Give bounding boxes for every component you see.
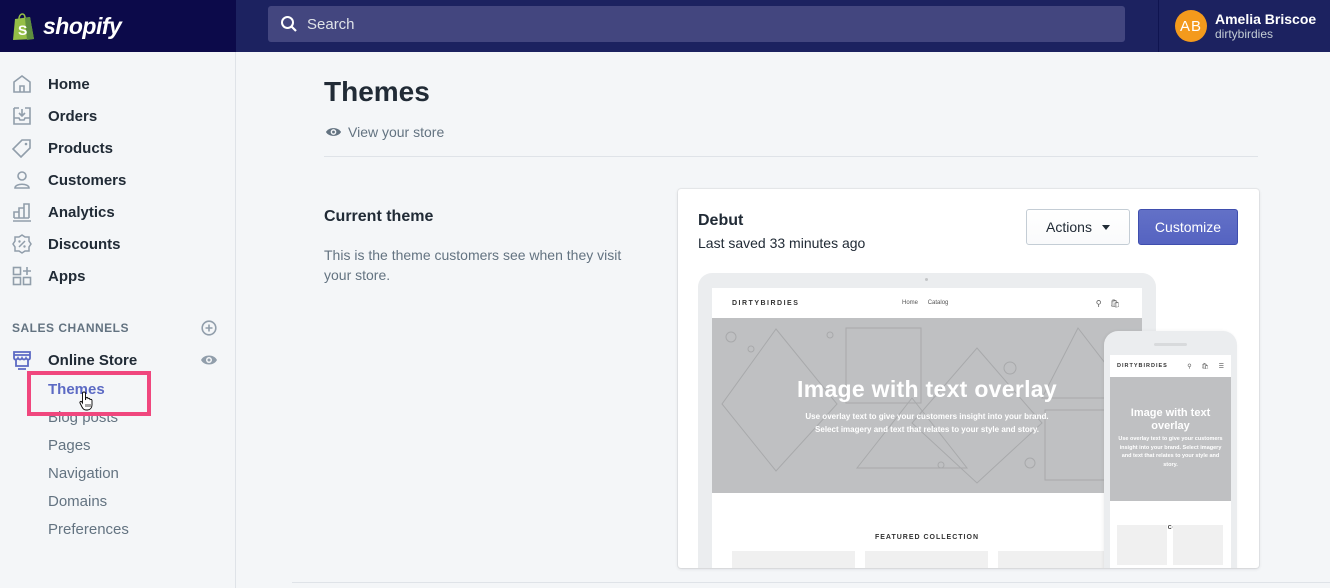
search-input[interactable] [307, 15, 1087, 33]
svg-text:S: S [18, 22, 27, 38]
sidebar-item-label: Customers [48, 171, 127, 189]
view-your-store-label: View your store [348, 124, 445, 140]
shop-name: dirtybirdies [1215, 26, 1274, 41]
mobile-preview-screen: DIRTYBIRDIES ⚲ 🛍 ☰ Image with text overl… [1110, 355, 1231, 568]
mobile-cart-icon: 🛍 [1201, 363, 1209, 370]
discount-icon [12, 234, 32, 254]
user-name: Amelia Briscoe [1215, 10, 1317, 27]
sidebar-item-orders[interactable]: Orders [0, 100, 235, 132]
mobile-hero-subtitle: Use overlay text to give your customers … [1118, 436, 1223, 468]
sidebar-item-apps[interactable]: Apps [0, 260, 235, 292]
sidebar-item-label: Discounts [48, 235, 121, 253]
preview-product-tile [732, 551, 855, 568]
theme-last-saved: Last saved 33 minutes ago [698, 235, 866, 251]
mobile-hero-image: Image with text overlay Use overlay text… [1110, 377, 1231, 501]
sales-channels-title: SALES CHANNELS [12, 321, 130, 335]
preview-hero-subtitle: Use overlay text to give your customers … [712, 410, 1142, 436]
person-icon [14, 171, 30, 189]
tag-icon [12, 139, 31, 158]
top-bar: S shopify AB Amelia Briscoe dirtybirdies [0, 0, 1330, 52]
desktop-camera [925, 278, 928, 281]
sidebar-item-customers[interactable]: Customers [0, 164, 235, 196]
sidebar-item-products[interactable]: Products [0, 132, 235, 164]
bar-chart-icon [13, 203, 31, 222]
orders-icon [13, 107, 31, 125]
logo-text: shopify [43, 12, 122, 39]
mobile-preview[interactable]: DIRTYBIRDIES ⚲ 🛍 ☰ Image with text overl… [1104, 331, 1237, 568]
preview-brand: DIRTYBIRDIES [732, 299, 800, 307]
preview-hero-subtitle-line: Select imagery and text that relates to … [815, 425, 1039, 434]
sidebar: Home Orders Products Customers Analytics… [0, 52, 236, 588]
preview-header: DIRTYBIRDIES Home Catalog ⚲ 🛍 [712, 288, 1142, 318]
hero-illustration [721, 327, 1136, 484]
current-theme-card: Debut Last saved 33 minutes ago Actions … [678, 189, 1259, 568]
sidebar-subitem-domains[interactable]: Domains [48, 493, 107, 510]
mobile-product-tile [1117, 525, 1167, 565]
desktop-preview[interactable]: DIRTYBIRDIES Home Catalog ⚲ 🛍 Image with… [698, 273, 1156, 568]
sidebar-subitem-pages[interactable]: Pages [48, 437, 91, 454]
sidebar-item-home[interactable]: Home [0, 68, 235, 100]
mobile-hero-title: Image with text overlay [1130, 407, 1211, 432]
preview-hero-title: Image with text overlay [797, 376, 1057, 402]
eye-icon [325, 128, 342, 136]
preview-hero-image: Image with text overlay Use overlay text… [712, 318, 1142, 493]
section-divider [292, 582, 1330, 583]
title-divider [324, 156, 1258, 157]
search-icon [281, 16, 297, 32]
sidebar-item-label: Analytics [48, 203, 115, 221]
preview-nav-link: Catalog [927, 300, 949, 306]
preview-product-tile [998, 551, 1121, 568]
mobile-speaker [1154, 343, 1187, 346]
view-online-store-eye-icon[interactable] [200, 353, 218, 367]
preview-nav-link: Home [902, 300, 919, 306]
sidebar-item-label: Products [48, 139, 114, 157]
current-theme-heading: Current theme [324, 208, 434, 225]
current-theme-description: This is the theme customers see when the… [324, 247, 622, 283]
mobile-preview-header: DIRTYBIRDIES ⚲ 🛍 ☰ [1110, 355, 1231, 377]
search-bar[interactable] [268, 6, 1125, 42]
actions-dropdown-button[interactable]: Actions [1026, 209, 1130, 245]
shopify-bag-icon: S [13, 13, 34, 40]
mobile-product-tile [1173, 525, 1223, 565]
preview-cart-icon: 🛍 [1109, 298, 1120, 308]
avatar: AB [1175, 10, 1207, 42]
preview-hero-subtitle-line: Use overlay text to give your customers … [805, 412, 1049, 421]
sidebar-item-analytics[interactable]: Analytics [0, 196, 235, 228]
hand-cursor-icon [79, 391, 93, 411]
caret-down-icon [1101, 224, 1110, 230]
view-your-store-link[interactable]: View your store [325, 124, 444, 140]
shopify-logo[interactable]: S shopify [0, 0, 236, 52]
mobile-search-icon: ⚲ [1187, 363, 1192, 370]
sidebar-subitem-preferences[interactable]: Preferences [48, 521, 129, 538]
mobile-preview-brand: DIRTYBIRDIES [1117, 363, 1168, 369]
sidebar-item-label: Online Store [48, 351, 138, 369]
user-menu[interactable]: AB Amelia Briscoe dirtybirdies [1158, 0, 1330, 52]
preview-product-tile [865, 551, 988, 568]
sidebar-item-discounts[interactable]: Discounts [0, 228, 235, 260]
sidebar-item-label: Apps [48, 267, 86, 285]
apps-icon [12, 266, 32, 286]
sidebar-item-label: Orders [48, 107, 98, 125]
preview-featured-collection: FEATURED COLLECTION [874, 534, 980, 541]
sidebar-subitem-navigation[interactable]: Navigation [48, 465, 119, 482]
preview-search-icon: ⚲ [1095, 298, 1102, 308]
sidebar-item-label: Home [48, 75, 90, 93]
page-title: Themes [324, 76, 430, 107]
store-icon [13, 351, 31, 370]
mobile-menu-icon: ☰ [1218, 363, 1224, 370]
customize-button[interactable]: Customize [1138, 209, 1238, 245]
desktop-preview-screen: DIRTYBIRDIES Home Catalog ⚲ 🛍 Image with… [712, 288, 1142, 568]
actions-label: Actions [1046, 219, 1092, 235]
theme-name: Debut [698, 212, 744, 229]
home-icon [13, 75, 31, 93]
add-sales-channel-icon[interactable] [201, 320, 217, 336]
